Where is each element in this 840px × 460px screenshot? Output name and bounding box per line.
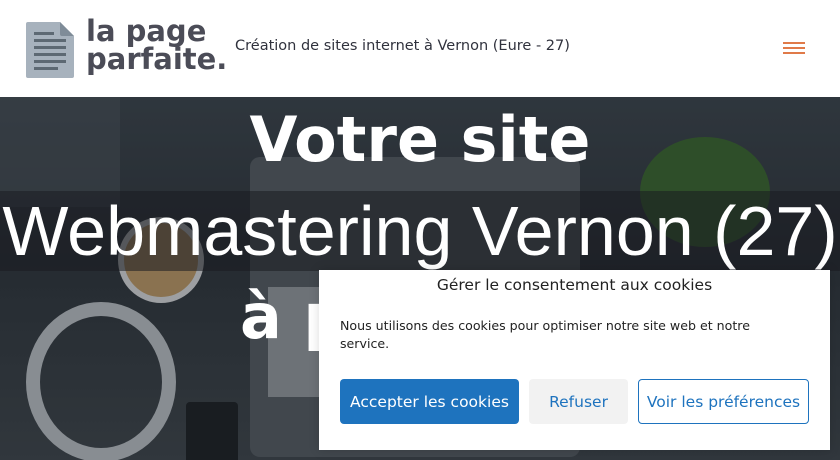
site-header: la page parfaite. Création de sites inte… — [0, 0, 840, 97]
hero-title-line1: Votre site — [249, 103, 591, 176]
view-preferences-button[interactable]: Voir les préférences — [638, 379, 809, 424]
logo-line2: parfaite. — [86, 42, 228, 76]
accept-cookies-button[interactable]: Accepter les cookies — [340, 379, 519, 424]
site-tagline: Création de sites internet à Vernon (Eur… — [235, 38, 570, 54]
cookie-consent-banner: Gérer le consentement aux cookies Nous u… — [319, 270, 830, 450]
refuse-cookies-button[interactable]: Refuser — [529, 379, 628, 424]
logo-line1: la page — [86, 14, 207, 48]
hero-band-text: Webmastering Vernon (27) — [2, 192, 838, 270]
hamburger-menu-icon[interactable] — [783, 39, 805, 57]
cookie-banner-text: Nous utilisons des cookies pour optimise… — [340, 318, 750, 351]
cookie-banner-title: Gérer le consentement aux cookies — [436, 276, 713, 294]
document-logo-icon — [26, 22, 74, 78]
site-logo[interactable]: la page parfaite. — [86, 14, 228, 76]
